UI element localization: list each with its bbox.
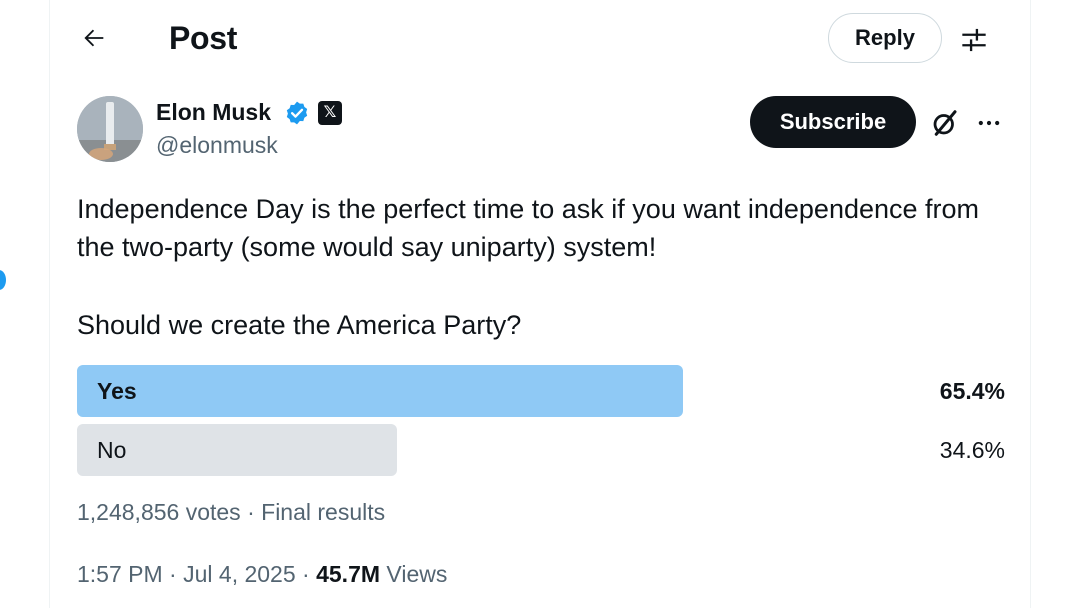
reply-button[interactable]: Reply	[828, 13, 942, 63]
post-paragraph: Independence Day is the perfect time to …	[77, 194, 980, 262]
more-horizontal-icon	[978, 120, 1000, 126]
views-label: Views	[386, 561, 448, 587]
poll-summary: 1,248,856 votes · Final results	[77, 497, 385, 527]
separator: ·	[302, 561, 310, 587]
poll-option-percent: 34.6%	[939, 437, 1005, 463]
column-divider-right	[1030, 0, 1031, 608]
separator: ·	[169, 561, 177, 587]
poll-option-percent: 65.4%	[939, 378, 1005, 404]
post-time[interactable]: 1:57 PM	[77, 561, 163, 587]
poll-status: Final results	[261, 499, 386, 525]
column-divider-left	[49, 0, 50, 608]
poll-option-yes[interactable]: Yes 65.4%	[77, 365, 1005, 417]
page-title: Post	[169, 20, 238, 56]
poll-bar-yes	[77, 365, 683, 417]
separator: ·	[247, 499, 255, 525]
subscribe-button[interactable]: Subscribe	[750, 96, 916, 148]
edge-indicator	[0, 270, 6, 290]
post-paragraph: Should we create the America Party?	[77, 310, 522, 340]
grok-icon	[933, 110, 957, 136]
post-text: Independence Day is the perfect time to …	[77, 190, 1017, 344]
back-button[interactable]	[76, 20, 112, 56]
grok-button[interactable]	[928, 106, 962, 140]
filter-button[interactable]	[956, 22, 992, 58]
views-count[interactable]: 45.7M	[316, 561, 380, 587]
poll-option-label: Yes	[97, 378, 137, 404]
author-name[interactable]: Elon Musk	[156, 97, 271, 127]
avatar-image	[77, 96, 143, 162]
author-handle[interactable]: @elonmusk	[156, 130, 278, 160]
arrow-left-icon	[84, 29, 104, 47]
more-options-button[interactable]	[972, 106, 1006, 140]
poll-votes: 1,248,856 votes	[77, 499, 241, 525]
verified-badge-icon	[286, 101, 308, 125]
post-metadata: 1:57 PM · Jul 4, 2025 · 45.7M Views	[77, 559, 447, 589]
poll-option-label: No	[97, 437, 127, 463]
sliders-icon	[962, 28, 986, 52]
post-date[interactable]: Jul 4, 2025	[183, 561, 296, 587]
affiliate-badge[interactable]: 𝕏	[318, 101, 342, 125]
avatar[interactable]	[77, 96, 143, 162]
post-page: Post Reply Elon Musk 𝕏 @elonmusk Subscri…	[0, 0, 1080, 608]
poll-option-no[interactable]: No 34.6%	[77, 424, 1005, 476]
